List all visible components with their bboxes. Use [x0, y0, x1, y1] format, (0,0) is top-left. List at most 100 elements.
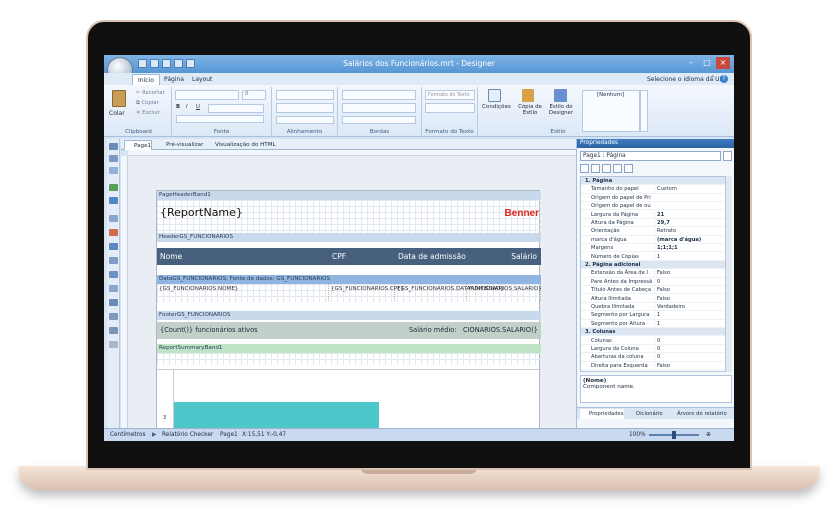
panel-tool-icon[interactable] — [109, 299, 118, 306]
new-icon[interactable] — [138, 59, 147, 68]
wrap-buttons[interactable] — [276, 116, 334, 124]
property-value[interactable]: Falso — [654, 294, 725, 303]
font-name-combo[interactable] — [175, 90, 239, 100]
data-cell-cpf[interactable]: {GS_FUNCIONARIOS.CPF} — [329, 284, 404, 301]
cross-band-tool-icon[interactable] — [109, 167, 118, 174]
property-category[interactable]: 3. Colunas — [581, 328, 725, 337]
data-cell-nome[interactable]: {GS_FUNCIONARIOS.NOME} — [157, 284, 329, 301]
border-line-buttons[interactable] — [342, 103, 416, 113]
property-row[interactable]: Quebra Ilimitada Verdadeiro — [581, 303, 725, 312]
redo-icon[interactable] — [186, 59, 195, 68]
summary-band[interactable] — [157, 353, 541, 365]
italic-button[interactable]: I — [186, 104, 188, 110]
header-band-label[interactable]: HeaderGS_FUNCIONARIOS — [157, 233, 541, 242]
tab-preview[interactable]: Pré-visualizar — [157, 140, 203, 150]
band-tool-icon[interactable] — [109, 155, 118, 162]
property-row[interactable]: Pare Antes da Impressã 0 — [581, 277, 725, 286]
component-selector[interactable]: Page1 : Página — [580, 151, 721, 161]
summary-band-label[interactable]: ReportSummaryBand1 — [157, 344, 541, 353]
bold-button[interactable]: B — [176, 104, 180, 110]
richtext-tool-icon[interactable] — [109, 271, 118, 278]
style-gallery[interactable]: [Nenhum] — [582, 90, 640, 132]
property-row[interactable]: Extensão da Área de I Falso — [581, 269, 725, 278]
conditions-icon[interactable] — [488, 89, 501, 102]
paste-icon[interactable] — [112, 90, 126, 107]
conditions-button[interactable]: Condições — [482, 104, 511, 110]
open-icon[interactable] — [150, 59, 159, 68]
property-row[interactable]: Largura da Coluna 0 — [581, 345, 725, 354]
minimize-button[interactable]: – — [684, 57, 698, 69]
units-selector[interactable]: Centímetros — [110, 429, 145, 441]
property-row[interactable]: Margens 1;1;1;1 — [581, 244, 725, 253]
summary-chart-area[interactable]: 3 — [157, 369, 541, 428]
align-vertical-buttons[interactable] — [276, 103, 334, 113]
underline-button[interactable]: U — [196, 104, 200, 110]
property-value[interactable]: 1 — [654, 311, 725, 320]
zoom-in-icon[interactable]: ⊕ — [706, 429, 711, 441]
maximize-button[interactable]: □ — [700, 57, 714, 69]
paste-button[interactable]: Colar — [109, 110, 125, 117]
table-tool-icon[interactable] — [109, 257, 118, 264]
text-tool-icon[interactable] — [109, 184, 118, 191]
property-value[interactable]: 1 — [654, 252, 725, 261]
font-extra-tools[interactable] — [176, 115, 264, 123]
alphabetical-icon[interactable] — [591, 164, 600, 173]
footer-avg-value[interactable]: CIONARIOS.SALARIO)} — [463, 326, 538, 334]
designer-style-button[interactable]: Estilo do Designer — [546, 104, 576, 116]
data-band-label[interactable]: DataGS_FUNCIONARIOS; Fonte de dados: GS_… — [157, 275, 541, 284]
zoom-slider-thumb[interactable] — [672, 431, 676, 439]
property-value[interactable]: (marca d'água) — [654, 235, 725, 244]
report-name-text[interactable]: {ReportName} — [160, 206, 243, 219]
style-gallery-scroll[interactable] — [640, 90, 648, 132]
property-row[interactable]: Orientação Retrato — [581, 227, 725, 236]
property-pages-icon[interactable] — [602, 164, 611, 173]
property-grid-scrollbar[interactable] — [726, 176, 732, 372]
tab-inicio[interactable]: Início — [132, 74, 160, 85]
property-value[interactable]: 0 — [654, 336, 725, 345]
property-row[interactable]: Segmento por Largura 1 — [581, 311, 725, 320]
tab-page1[interactable]: Page1 — [124, 140, 153, 150]
property-value[interactable]: Falso — [654, 269, 725, 278]
delete-button[interactable]: ✕ Excluir — [136, 110, 160, 116]
data-cell-data-admissao[interactable]: {GS_FUNCIONARIOS.DATAADMISSAO} — [395, 284, 504, 301]
column-header-salario[interactable]: Salário — [467, 248, 541, 265]
property-value[interactable]: Verdadeiro — [654, 303, 725, 311]
shape-tool-icon[interactable] — [109, 229, 118, 236]
tab-html-preview[interactable]: Visualização do HTML — [206, 140, 276, 150]
image-tool-icon[interactable] — [109, 197, 118, 204]
subreport-tool-icon[interactable] — [109, 285, 118, 292]
report-checker-button[interactable]: Relatório Checker — [162, 429, 213, 441]
play-icon[interactable]: ▶ — [152, 429, 156, 441]
footer-band[interactable]: {Count()} funcionários ativos Salário mé… — [157, 322, 541, 339]
copy-button[interactable]: ⧉ Copiar — [136, 100, 159, 107]
sort-icon[interactable] — [723, 151, 732, 161]
cut-button[interactable]: ✂ Recortar — [136, 90, 165, 96]
property-value[interactable]: Custom — [654, 185, 725, 194]
property-row[interactable]: Altura da Página 29,7 — [581, 219, 725, 228]
chart-bar[interactable] — [173, 402, 379, 428]
property-value[interactable]: 1;1;1;1 — [654, 244, 725, 253]
copy-style-icon[interactable] — [522, 89, 534, 102]
tab-dictionary[interactable]: Dicionário — [627, 409, 663, 419]
data-cell-salario[interactable]: FUNCIONARIOS.SALARIO} — [467, 284, 542, 301]
chart-tool-icon[interactable] — [109, 243, 118, 250]
font-color-tools[interactable] — [208, 104, 264, 113]
property-category[interactable]: 1. Página — [581, 177, 725, 186]
property-value[interactable]: 0 — [654, 353, 725, 362]
footer-avg-label[interactable]: Salário médio: — [409, 326, 457, 334]
text-format-buttons[interactable] — [425, 103, 475, 113]
text-format-combo[interactable]: Formato do Texto — [425, 90, 475, 100]
property-row[interactable]: marca d'água (marca d'água) — [581, 235, 725, 244]
container-tool-icon[interactable] — [109, 313, 118, 320]
designer-style-icon[interactable] — [554, 89, 567, 102]
undo-icon[interactable] — [174, 59, 183, 68]
save-icon[interactable] — [162, 59, 171, 68]
copy-style-button[interactable]: Cópia de Estilo — [516, 104, 544, 116]
column-header-cpf[interactable]: CPF — [329, 248, 395, 265]
more-tools-icon[interactable] — [109, 341, 118, 348]
categorized-icon[interactable] — [580, 164, 589, 173]
barcode-tool-icon[interactable] — [109, 215, 118, 222]
property-value[interactable]: 21 — [654, 210, 725, 219]
property-row[interactable]: Largura da Página 21 — [581, 210, 725, 219]
property-row[interactable]: Colunas 0 — [581, 336, 725, 345]
